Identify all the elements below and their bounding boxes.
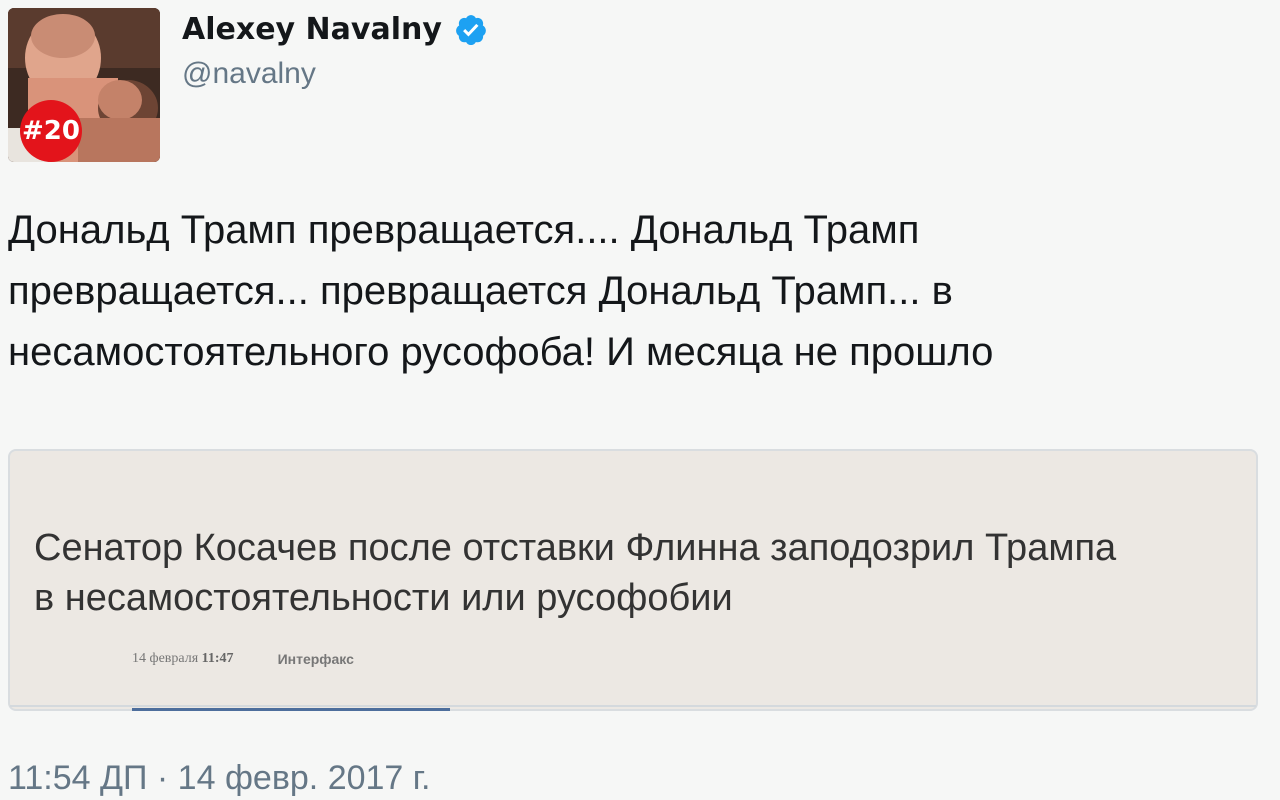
card-source: Интерфакс bbox=[277, 651, 354, 667]
verified-badge-icon bbox=[456, 15, 486, 46]
card-headline: Сенатор Косачев после отставки Флинна за… bbox=[34, 523, 1234, 623]
avatar-badge: #20 bbox=[20, 100, 82, 162]
display-name[interactable]: Alexey Navalny bbox=[182, 12, 488, 48]
card-meta: 14 февраля 11:47 Интерфакс bbox=[132, 651, 354, 667]
card-accent-bar bbox=[132, 708, 450, 711]
tweet-timestamp[interactable]: 11:54 ДП · 14 февр. 2017 г. bbox=[8, 756, 430, 800]
display-name-text: Alexey Navalny bbox=[182, 12, 442, 47]
avatar[interactable]: #20 bbox=[8, 8, 160, 162]
card-date: 14 февраля bbox=[132, 651, 199, 666]
tweet-text-line: Дональд Трамп превращается.... Дональд Т… bbox=[8, 208, 920, 252]
card-headline-line: в несамостоятельности или русофобии bbox=[34, 577, 733, 619]
tweet-text: Дональд Трамп превращается.... Дональд Т… bbox=[8, 200, 1208, 383]
tweet-text-line: превращается... превращается Дональд Тра… bbox=[8, 269, 953, 313]
tweet-text-line: несамостоятельного русофоба! И месяца не… bbox=[8, 330, 994, 374]
embedded-image-card[interactable]: Сенатор Косачев после отставки Флинна за… bbox=[8, 449, 1258, 711]
tweet-view: #20 Alexey Navalny @navalny Дональд Трам… bbox=[0, 0, 1280, 800]
card-date-time: 14 февраля 11:47 bbox=[132, 651, 234, 667]
card-divider bbox=[10, 705, 1256, 707]
card-time: 11:47 bbox=[201, 651, 234, 666]
card-headline-line: Сенатор Косачев после отставки Флинна за… bbox=[34, 527, 1117, 569]
user-handle[interactable]: @navalny bbox=[182, 56, 316, 92]
